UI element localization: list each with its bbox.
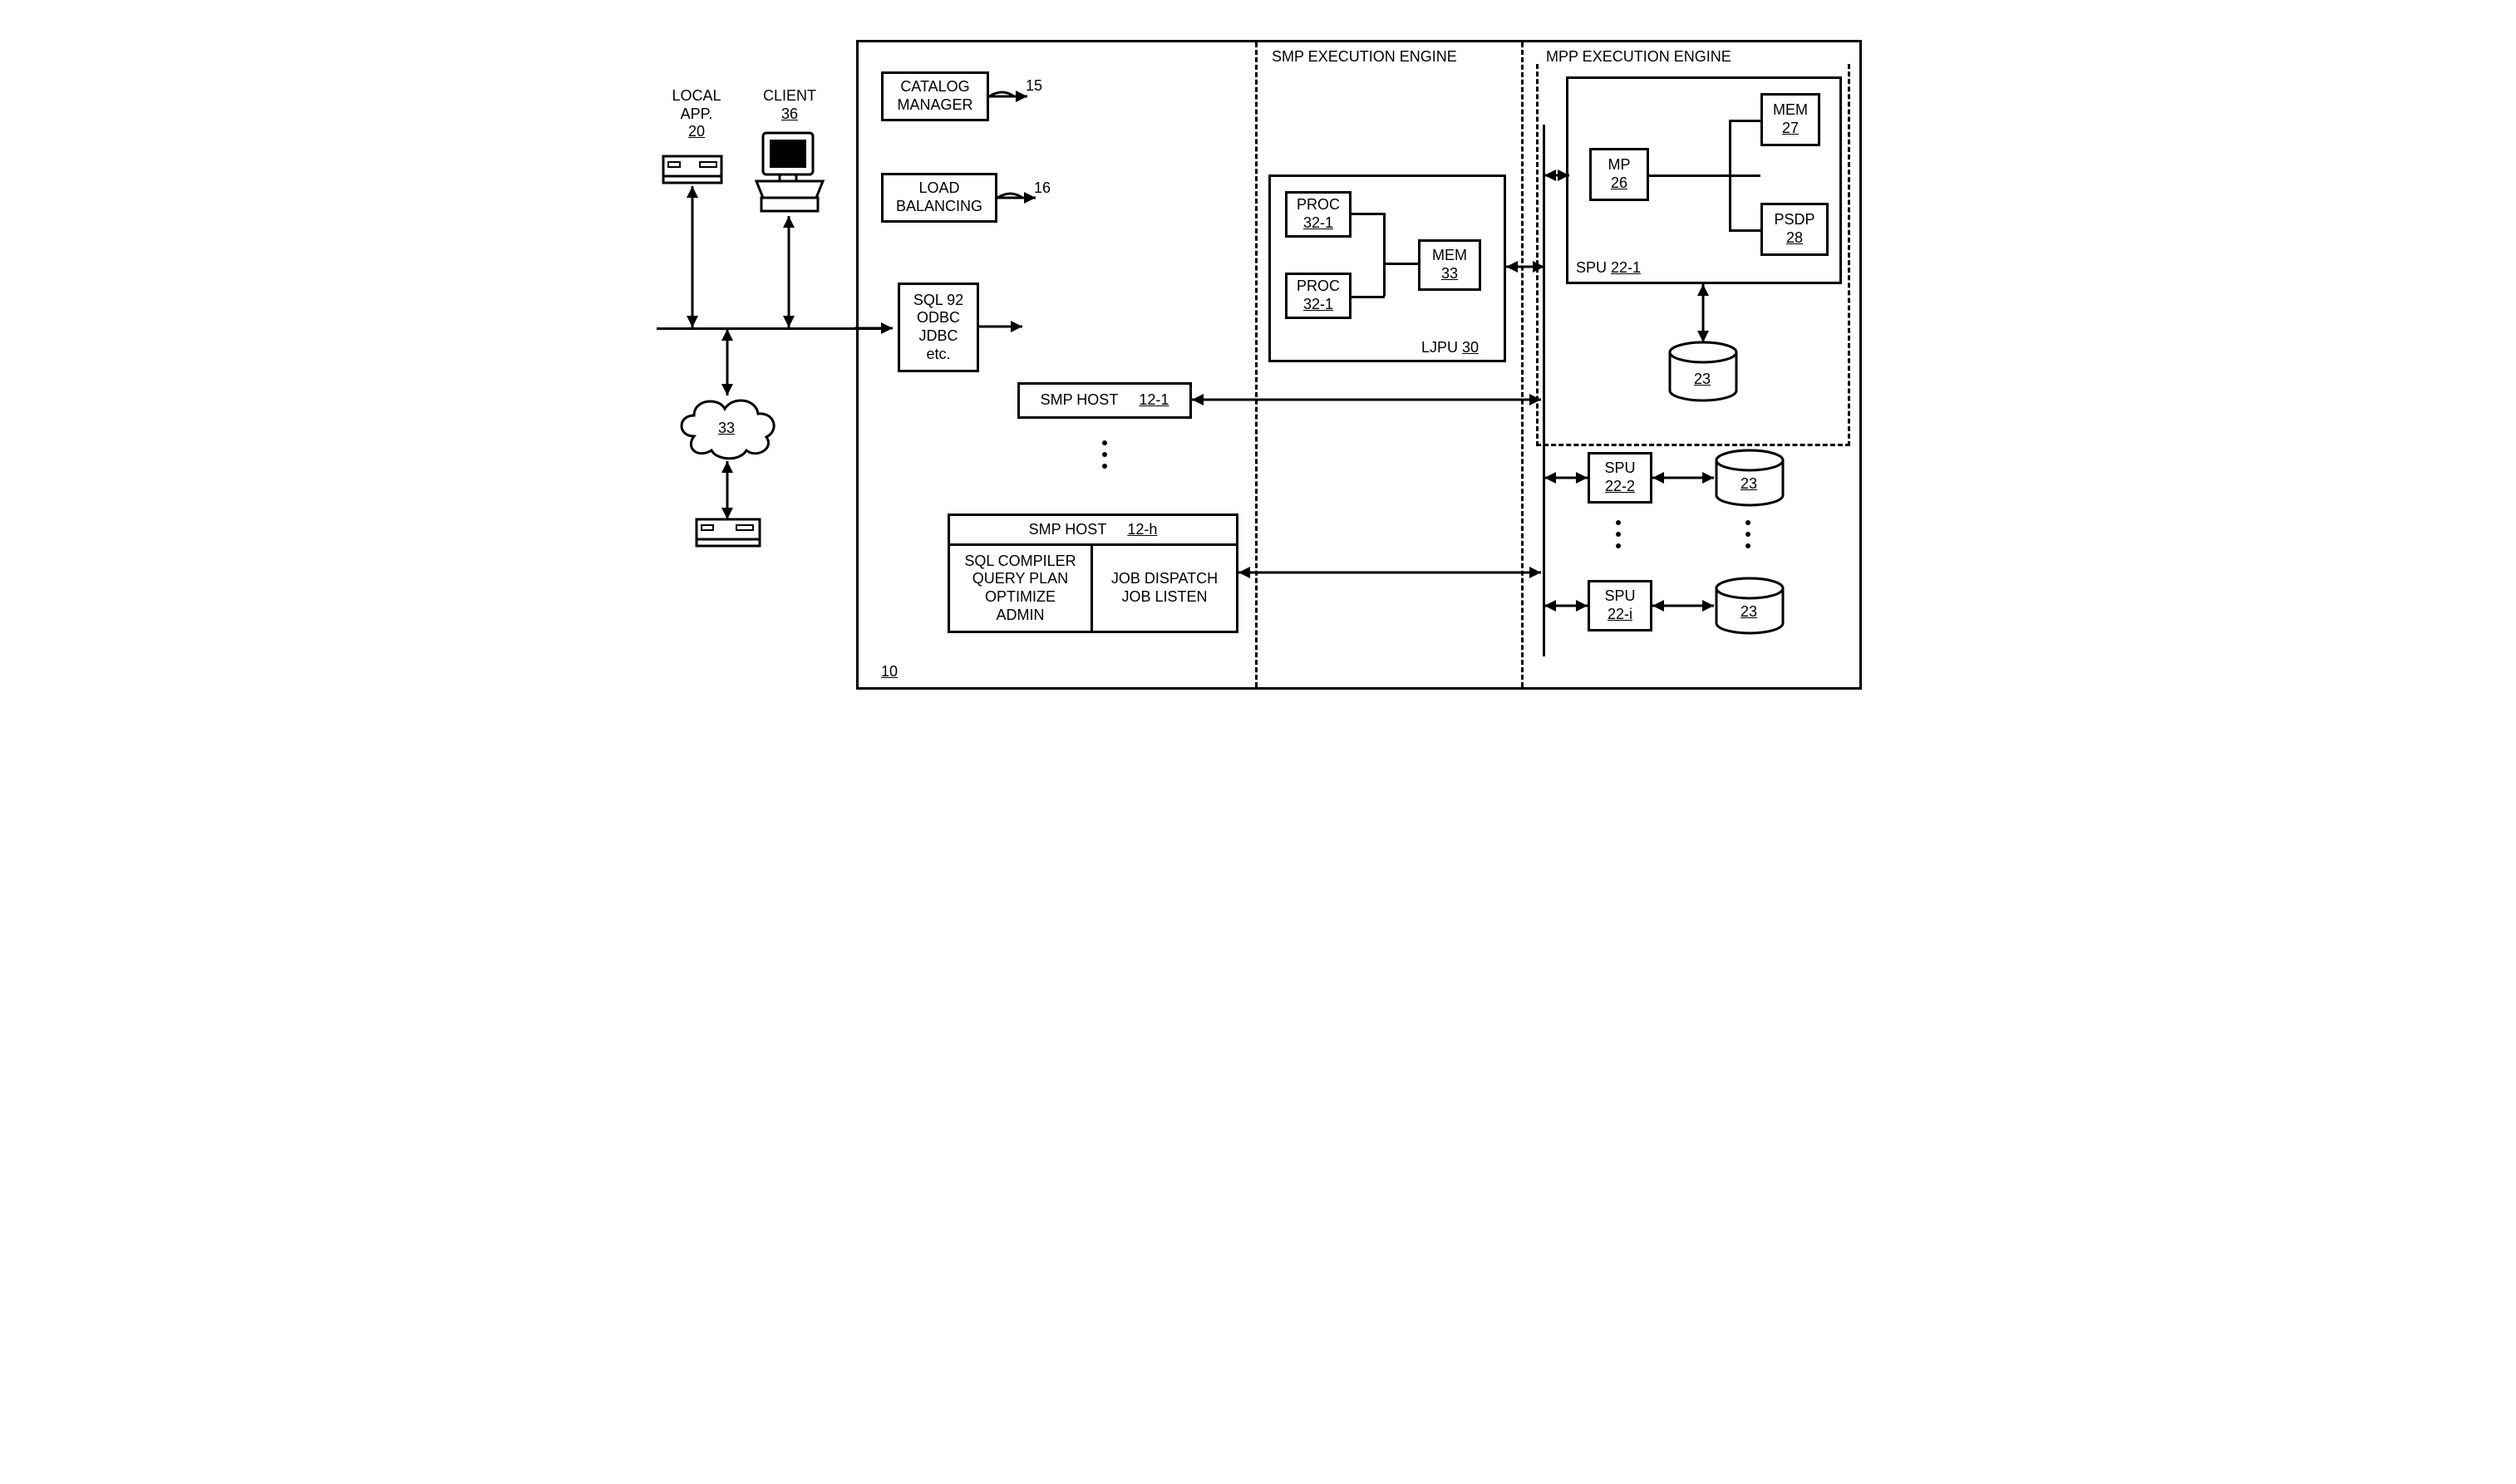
arrow-spui-disk: [1652, 595, 1714, 617]
arrow-spu2-disk: [1652, 467, 1714, 489]
spu-i-box: SPU22-i: [1588, 580, 1652, 631]
ljpu-label: LJPU 30: [1421, 339, 1479, 357]
ljpu-bus-vline: [1383, 213, 1386, 296]
spu-vdots: [1616, 520, 1621, 548]
spu1-vline: [1729, 120, 1731, 229]
arrow-bus-spui: [1544, 595, 1588, 617]
smp-host-h-box: SMP HOST 12-h SQL COMPILER QUERY PLAN OP…: [948, 514, 1238, 633]
mpp-bus-vline: [1543, 125, 1545, 656]
arrow-smp1-bus: [1192, 389, 1541, 410]
dashed-divider-1: [1255, 42, 1258, 687]
cloud-id: 33: [718, 420, 735, 438]
dashed-divider-2: [1521, 42, 1524, 687]
arrow-spu1-disk: [1697, 284, 1717, 342]
smp-host-1-box: SMP HOST 12-1: [1017, 382, 1192, 419]
mem-33-box: MEM33: [1418, 239, 1481, 291]
smp-engine-title: SMP EXECUTION ENGINE: [1272, 48, 1457, 66]
ljpu-proc2-hline: [1352, 296, 1385, 298]
proc-2-box: PROC32-1: [1285, 273, 1352, 319]
arrow-bus-spu2: [1544, 467, 1588, 489]
arrow-localapp-bus: [687, 186, 707, 327]
disk-1-id: 23: [1694, 371, 1711, 389]
smp-host-right-text: JOB DISPATCH JOB LISTEN: [1111, 570, 1218, 606]
arrow-bus-cloud: [721, 329, 741, 396]
spu1-mem-hline: [1729, 120, 1760, 122]
catalog-manager-box: CATALOG MANAGER: [881, 71, 989, 121]
local-app-label: LOCAL APP. 20: [663, 87, 730, 141]
ljpu-mem-hline: [1383, 263, 1418, 265]
client-label: CLIENT 36: [756, 87, 823, 123]
sql-interface-box: SQL 92 ODBC JDBC etc.: [898, 283, 979, 372]
mp-box: MP26: [1589, 148, 1649, 201]
spu-1-label: SPU 22-1: [1576, 259, 1641, 278]
spu-2-box: SPU22-2: [1588, 452, 1652, 504]
catalog-ref: 15: [1026, 77, 1042, 96]
spu1-psdp-hline: [1729, 229, 1760, 232]
arrow-bus-spu1: [1544, 165, 1569, 186]
client-computer-icon: [756, 133, 823, 216]
proc-1-box: PROC32-1: [1285, 191, 1352, 238]
disk-vdots: [1745, 520, 1750, 548]
arrow-ljpu-bus: [1506, 256, 1544, 278]
load-ref: 16: [1034, 179, 1051, 198]
arrow-cloud-remote: [721, 461, 741, 519]
local-app-computer-icon: [663, 156, 721, 186]
disk-2-id: 23: [1741, 475, 1757, 494]
load-balancing-box: LOAD BALANCING: [881, 173, 997, 223]
smp-host-left-text: SQL COMPILER QUERY PLAN OPTIMIZE ADMIN: [964, 553, 1076, 624]
arrow-sql-out: [979, 316, 1026, 337]
remote-computer-icon: [697, 519, 760, 549]
system-ref: 10: [881, 663, 898, 681]
arrow-catalog-out: [989, 85, 1031, 108]
mem-27-box: MEM27: [1760, 93, 1820, 146]
ljpu-proc1-hline: [1352, 213, 1385, 215]
arrow-smph-bus: [1238, 562, 1541, 583]
spu1-hline: [1649, 174, 1760, 177]
network-bus-line: [657, 327, 881, 330]
psdp-box: PSDP28: [1760, 203, 1829, 256]
arrow-load-out: [997, 186, 1039, 209]
smp-host-vdots: [1102, 440, 1107, 469]
arrow-client-bus: [783, 216, 803, 327]
disk-i-id: 23: [1741, 603, 1757, 622]
